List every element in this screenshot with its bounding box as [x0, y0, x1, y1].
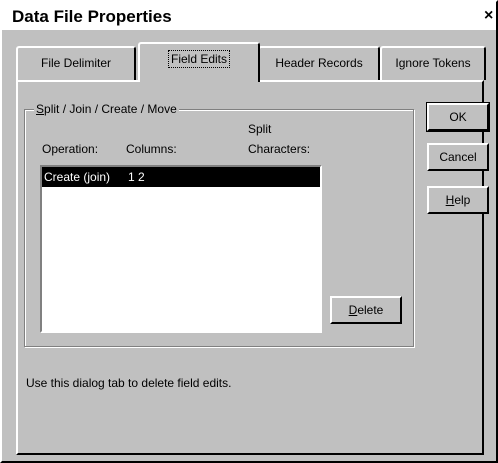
tab-header-records[interactable]: Header Records	[258, 46, 380, 80]
tab-file-delimiter[interactable]: File Delimiter	[16, 46, 136, 80]
tab-ignore-tokens[interactable]: Ignore Tokens	[380, 46, 486, 80]
ok-button[interactable]: OK	[426, 102, 490, 132]
legend-text: plit / Join / Create / Move	[44, 102, 177, 116]
window-title: Data File Properties	[12, 7, 172, 26]
operation-column-header: Operation:	[42, 142, 99, 156]
tab-field-edits[interactable]: Field Edits	[138, 42, 260, 82]
list-item-columns: 1 2	[128, 170, 145, 184]
delete-button-label: elete	[357, 303, 384, 317]
tab-label: Header Records	[275, 56, 363, 70]
cancel-button[interactable]: Cancel	[427, 143, 489, 171]
list-item-operation: Create (join)	[44, 170, 111, 184]
split-column-header-line2: Characters:	[248, 142, 311, 156]
title-bar: Data File Properties ×	[2, 2, 496, 30]
groupbox-legend: Split / Join / Create / Move	[34, 102, 179, 116]
help-button[interactable]: Help	[427, 186, 489, 214]
tab-label: Ignore Tokens	[395, 56, 471, 70]
close-icon[interactable]: ×	[484, 7, 498, 25]
delete-mnemonic: D	[348, 303, 358, 317]
data-file-properties-dialog: Data File Properties × File Delimiter Fi…	[0, 0, 498, 463]
list-item[interactable]: Create (join) 1 2	[42, 167, 320, 187]
delete-button[interactable]: Delete	[330, 296, 402, 324]
legend-mnemonic: S	[36, 102, 45, 116]
field-edits-listbox[interactable]: Create (join) 1 2	[40, 165, 322, 333]
tab-label: File Delimiter	[40, 56, 111, 70]
help-button-label: elp	[454, 193, 471, 207]
split-column-header-line1: Split	[248, 122, 272, 136]
tab-label: Field Edits	[167, 50, 231, 68]
columns-column-header: Columns:	[126, 142, 177, 156]
status-text: Use this dialog tab to delete field edit…	[26, 376, 232, 390]
